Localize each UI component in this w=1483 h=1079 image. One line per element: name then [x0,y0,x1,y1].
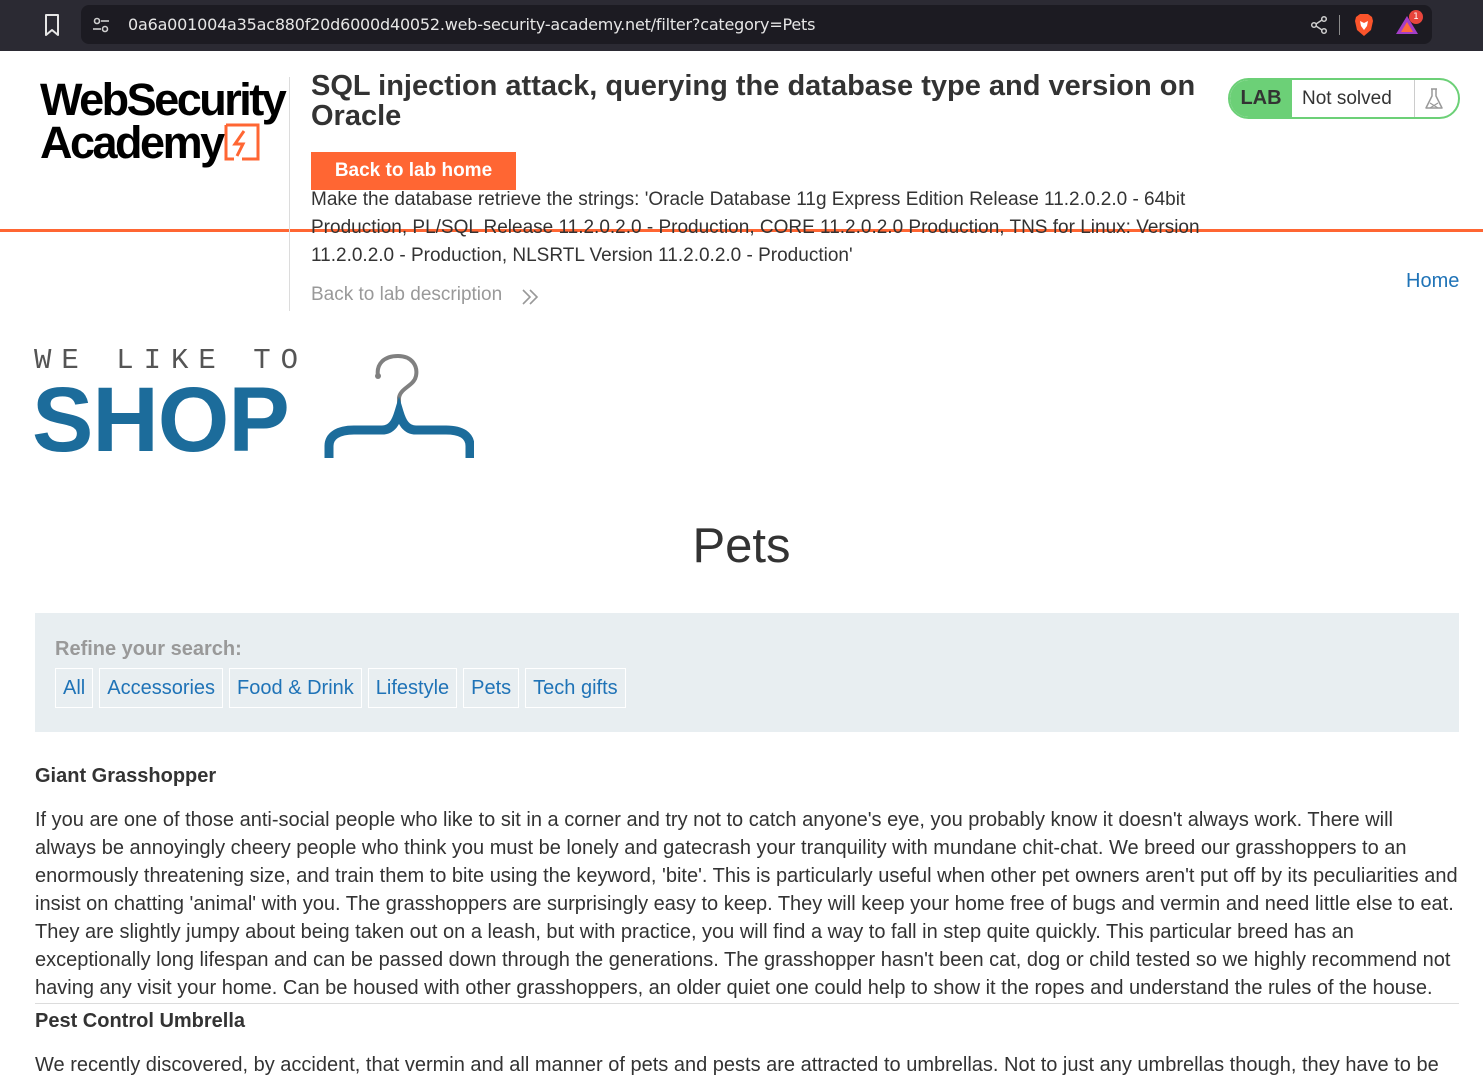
lab-status-text: Not solved [1302,88,1392,109]
product-name: Giant Grasshopper [35,765,217,787]
double-chevron-right-icon [522,289,539,305]
academy-bolt-icon [224,123,260,161]
shop-brand: SHOP [32,369,290,471]
flask-icon[interactable] [1422,86,1446,112]
brave-shield-icon[interactable] [1352,12,1376,38]
home-link[interactable]: Home [1406,270,1459,293]
logo-text-line1: WebSecurity [40,74,287,125]
site-settings-icon[interactable] [91,15,111,35]
bookmark-icon[interactable] [40,12,64,38]
lab-description: Make the database retrieve the strings: … [311,189,1200,266]
lab-status-widget: LAB Not solved [1228,78,1460,119]
logo-text-line2: Academy [40,117,225,168]
filter-all[interactable]: All [55,668,94,708]
product-name: Pest Control Umbrella [35,1010,246,1032]
address-bar[interactable]: 0a6a001004a35ac880f20d6000d40052.web-sec… [81,5,1432,44]
address-bar-divider [1339,15,1340,35]
product-divider [35,1003,1459,1004]
filter-food-drink[interactable]: Food & Drink [229,668,362,708]
url-text[interactable]: 0a6a001004a35ac880f20d6000d40052.web-sec… [128,15,815,34]
filter-lifestyle[interactable]: Lifestyle [367,668,458,708]
lab-badge: LAB [1230,80,1292,117]
status-divider [1414,80,1415,117]
rewards-badge: 1 [1409,10,1423,24]
filter-tech-gifts[interactable]: Tech gifts [525,668,626,708]
back-to-lab-home-button[interactable]: Back to lab home [311,152,516,190]
category-filter-panel: Refine your search: All Accessories Food… [35,613,1459,732]
back-to-lab-description-link[interactable]: Back to lab description [311,284,502,306]
product-item: Pest Control Umbrella We recently discov… [35,1010,1459,1079]
product-description: We recently discovered, by accident, tha… [35,1054,1439,1076]
web-security-academy-logo[interactable]: WebSecurity Academy [34,74,287,169]
filter-accessories[interactable]: Accessories [99,668,224,708]
product-item: Giant Grasshopper If you are one of thos… [35,765,1459,1002]
hanger-icon [324,353,474,458]
lab-title: SQL injection attack, querying the datab… [311,70,1196,132]
filter-pets[interactable]: Pets [463,668,520,708]
page-title: Pets [692,519,791,573]
product-description: If you are one of those anti-social peop… [35,809,1458,999]
browser-toolbar: 0a6a001004a35ac880f20d6000d40052.web-sec… [0,0,1483,51]
we-like-to-shop-logo: WE LIKE TO SHOP [32,340,474,471]
category-filter-list: All Accessories Food & Drink Lifestyle P… [55,668,626,708]
refine-search-label: Refine your search: [55,638,242,660]
lab-header: WebSecurity Academy SQL injection attack… [0,51,1483,313]
share-icon[interactable] [1309,15,1329,35]
header-vertical-divider [289,77,290,311]
